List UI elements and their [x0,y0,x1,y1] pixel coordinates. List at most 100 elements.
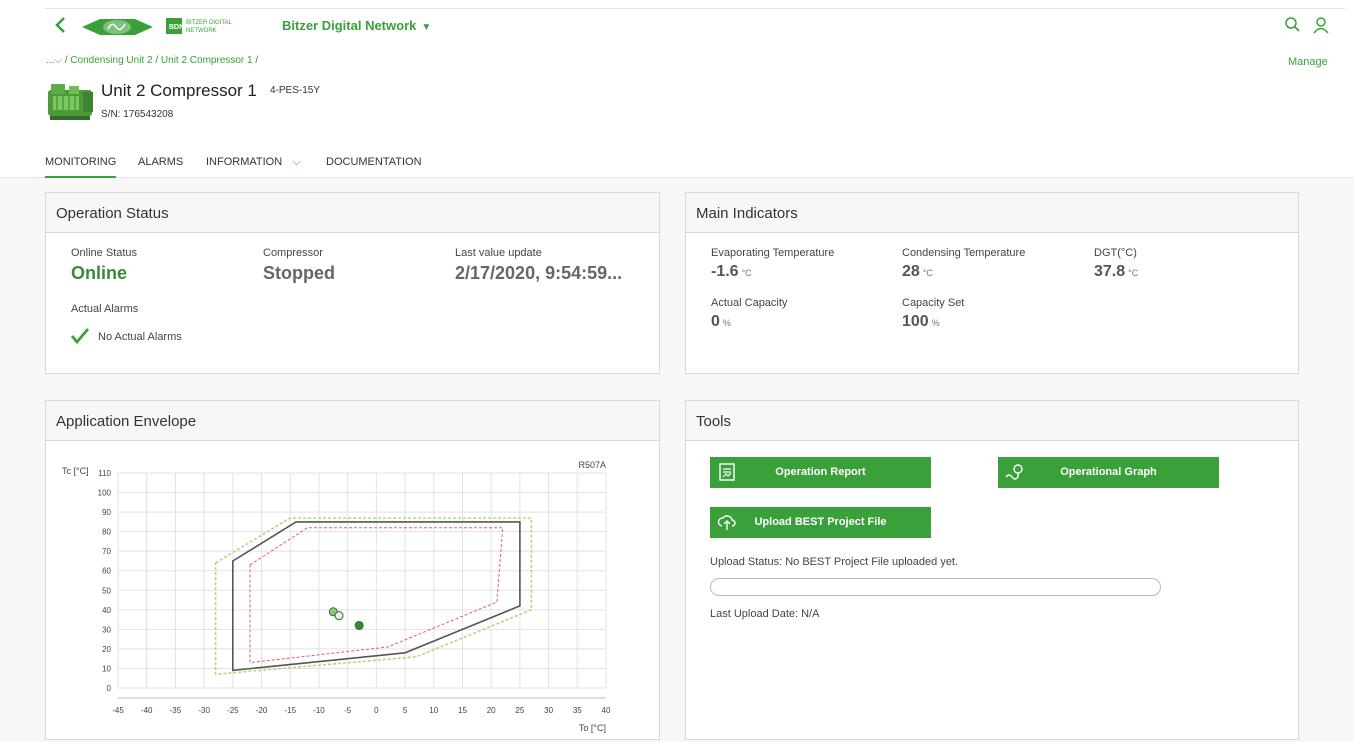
x-tick-label: -5 [344,706,352,715]
manage-link[interactable]: Manage [1288,56,1328,68]
x-tick-label: -10 [313,706,325,715]
tab-information[interactable]: INFORMATION ⌵ [206,156,301,169]
x-tick-label: 15 [458,706,467,715]
back-arrow-icon[interactable] [52,14,70,36]
button-label: Operation Report [775,466,866,478]
panel-header: Tools [686,401,1298,441]
panel-header: Application Envelope [46,401,659,441]
panel-title: Application Envelope [56,413,197,430]
device-serial: S/N: 176543208 [101,109,174,120]
x-tick-label: 30 [544,706,553,715]
x-tick-label: -30 [198,706,210,715]
y-tick-label: 100 [98,489,112,498]
x-tick-label: 10 [429,706,438,715]
last-update-value: 2/17/2020, 9:54:59... [455,263,623,283]
actual-alarms-label: Actual Alarms [71,303,139,315]
condensing-temp-value: 28 °C [902,263,933,280]
x-tick-label: -20 [256,706,268,715]
user-icon[interactable] [1312,16,1330,34]
x-tick-label: -25 [227,706,239,715]
capacity-set-label: Capacity Set [902,297,965,309]
checkmark-icon [70,327,90,345]
bitzer-logo [80,15,155,39]
x-tick-label: -15 [284,706,296,715]
tab-monitoring[interactable]: MONITORING [45,156,117,178]
y-tick-label: 40 [102,606,111,615]
envelope-chart: -45 -40 -35 -30 -25 -20 -15 -10 -5 0 5 10 15 20 25 30 35… [62,460,611,733]
breadcrumb-separator: / [255,55,259,66]
x-tick-label: 35 [573,706,582,715]
top-divider [45,8,1345,9]
x-tick-label: 20 [487,706,496,715]
x-tick-label: -35 [170,706,182,715]
y-tick-label: 110 [98,469,111,478]
operational-graph-button[interactable]: Operational Graph [998,457,1219,488]
actual-capacity-value: 0% [711,313,731,330]
chevron-down-icon[interactable]: ⌵ [54,55,62,66]
svg-text:BITZER DIGITAL: BITZER DIGITAL [186,20,233,26]
caret-down-icon: ▼ [421,22,432,33]
operation-status-panel: Operation Status Online Status Online Co… [45,192,660,374]
compressor-image [45,80,95,122]
dgt-value: 37.8 °C [1094,263,1139,280]
condensing-temp-label: Condensing Temperature [902,247,1026,259]
evaporating-temp-label: Evaporating Temperature [711,247,835,259]
svg-text:NETWORK: NETWORK [186,28,217,34]
panel-header: Operation Status [46,193,659,233]
y-tick-label: 90 [102,508,111,517]
actual-alarms-value: No Actual Alarms [98,331,182,343]
compressor-label: Compressor [263,247,323,259]
bitzer-digital-network-logo: BDN BITZER DIGITAL NETWORK [166,16,236,36]
main-indicators-panel: Main Indicators Evaporating Temperature … [685,192,1299,374]
last-upload-date: Last Upload Date: N/A [710,608,820,620]
x-tick-label: -40 [141,706,153,715]
evaporating-temp-value: -1.6 °C [711,263,752,280]
y-tick-label: 20 [102,645,111,654]
tab-label: MONITORING [45,156,117,168]
button-label: Upload BEST Project File [754,516,887,528]
tab-label: INFORMATION [206,156,283,168]
y-tick-label: 0 [107,684,112,693]
x-tick-label: 25 [515,706,524,715]
search-icon[interactable] [1284,16,1302,34]
application-envelope-panel: Application Envelope -45 -40 -35 -30 -25 -20-… [45,400,660,740]
breadcrumb-item-condensing-unit[interactable]: Condensing Unit 2 [70,55,152,66]
panel-title: Main Indicators [696,205,798,222]
panel-title: Operation Status [56,205,169,222]
y-tick-label: 60 [102,567,111,576]
x-tick-label: 0 [374,706,379,715]
device-title: Unit 2 Compressor 1 [101,81,257,100]
app-header: BDN BITZER DIGITAL NETWORK Bitzer Digita… [0,0,1354,178]
operating-point [354,620,364,630]
upload-progress-bar [710,578,1161,596]
upload-best-button[interactable]: Upload BEST Project File [710,507,931,538]
tab-label: ALARMS [138,156,184,168]
device-model: 4-PES-15Y [270,85,321,96]
breadcrumb: ...⌵ / Condensing Unit 2 / Unit 2 Compre… [46,55,258,66]
breadcrumb-item-compressor[interactable]: Unit 2 Compressor 1 [161,55,253,66]
network-selector[interactable]: Bitzer Digital Network ▼ [282,18,431,33]
x-tick-label: 5 [403,706,408,715]
capacity-set-value: 100% [902,313,940,330]
online-status-label: Online Status [71,247,138,259]
y-tick-label: 30 [102,625,111,634]
upload-status-text: Upload Status: No BEST Project File uplo… [710,556,959,568]
compressor-value: Stopped [263,263,335,283]
refrigerant-label: R507A [578,460,606,470]
x-tick-label: 40 [602,706,611,715]
tab-alarms[interactable]: ALARMS [138,156,183,168]
button-label: Operational Graph [1060,466,1157,478]
y-tick-label: 50 [102,586,111,595]
network-label: Bitzer Digital Network [282,18,417,33]
tools-panel: Tools Operation Report Operational Graph… [685,400,1299,740]
x-tick-label: -45 [112,706,124,715]
chevron-down-icon: ⌵ [292,156,301,168]
dgt-label: DGT(°C) [1094,247,1137,259]
panel-title: Tools [696,413,732,430]
actual-capacity-label: Actual Capacity [711,297,788,309]
tab-documentation[interactable]: DOCUMENTATION [326,156,422,168]
y-tick-label: 10 [102,664,111,673]
tab-label: DOCUMENTATION [326,156,422,168]
svg-text:BDN: BDN [169,24,184,31]
operation-report-button[interactable]: Operation Report [710,457,931,488]
